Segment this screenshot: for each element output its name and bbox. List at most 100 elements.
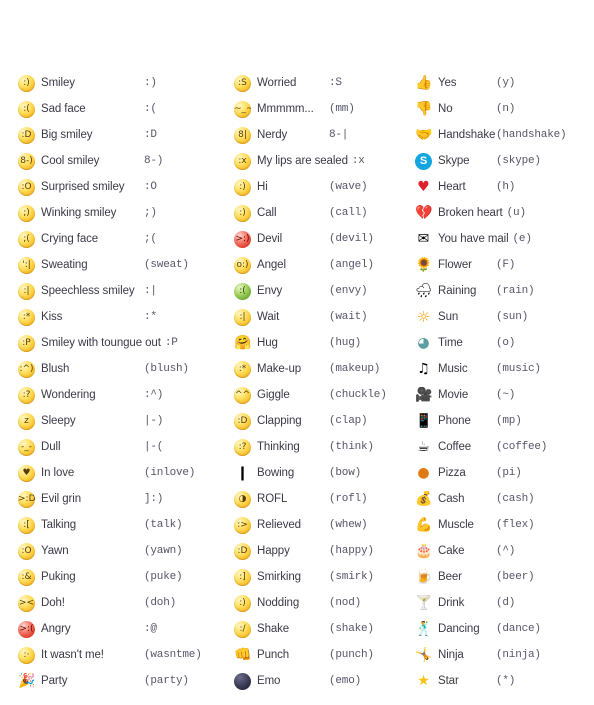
smiley-icon[interactable]: :) [18, 74, 35, 92]
hi-wave-icon[interactable]: :) [234, 178, 251, 196]
emoticon-row[interactable]: ◕ Time (o) [415, 330, 576, 356]
crying-face-icon[interactable]: ;( [18, 230, 35, 248]
emoticon-row[interactable]: 🍸 Drink (d) [415, 590, 576, 616]
angry-icon[interactable]: >:( [18, 620, 35, 638]
raining-icon[interactable]: 🌧 [415, 283, 432, 300]
make-up-icon[interactable]: :* [234, 360, 251, 378]
emoticon-row[interactable]: :D Happy (happy) [234, 538, 405, 564]
emoticon-row[interactable]: >:) Devil (devil) [234, 226, 405, 252]
emoticon-row[interactable]: :x My lips are sealed:x [234, 148, 405, 174]
evil-grin-icon[interactable]: >:D [18, 490, 35, 508]
emoticon-row[interactable]: ✉ You have mail (e) [415, 226, 576, 252]
emoticon-row[interactable]: ~_~ Mmmmm... (mm) [234, 96, 405, 122]
clapping-icon[interactable]: :D [234, 412, 251, 430]
emoticon-row[interactable]: :^) Blush (blush) [18, 356, 220, 382]
winking-smiley-icon[interactable]: ;) [18, 204, 35, 222]
emoticon-row[interactable]: 💰 Cash (cash) [415, 486, 576, 512]
emoticon-row[interactable]: 🤝 Handshake (handshake) [415, 122, 576, 148]
big-smiley-icon[interactable]: :D [18, 126, 35, 144]
emoticon-row[interactable]: :O Surprised smiley:O [18, 174, 220, 200]
blush-icon[interactable]: :^) [18, 360, 35, 378]
emoticon-row[interactable]: 👍 Yes (y) [415, 70, 576, 96]
emoticon-row[interactable]: ♥ Heart (h) [415, 174, 576, 200]
devil-icon[interactable]: >:) [234, 230, 251, 248]
rofl-icon[interactable]: ◑ [234, 490, 251, 508]
emoticon-row[interactable]: 🎥 Movie (~) [415, 382, 576, 408]
envy-icon[interactable]: :( [234, 282, 251, 300]
thumbs-up-icon[interactable]: 👍 [415, 75, 432, 92]
handshake-icon[interactable]: 🤝 [415, 127, 432, 144]
party-icon[interactable]: 🎉 [18, 673, 35, 690]
coffee-icon[interactable]: ☕ [415, 439, 432, 456]
emoticon-row[interactable]: 🍺 Beer (beer) [415, 564, 576, 590]
nerdy-icon[interactable]: 8| [234, 126, 251, 144]
emoticon-row[interactable]: 8| Nerdy 8-| [234, 122, 405, 148]
relieved-icon[interactable]: :> [234, 516, 251, 534]
ninja-icon[interactable]: 🤸 [415, 647, 432, 664]
emoticon-row[interactable]: ;(Crying face ;( [18, 226, 220, 252]
emoticon-row[interactable]: ● Pizza (pi) [415, 460, 576, 486]
kiss-icon[interactable]: :* [18, 308, 35, 326]
emoticon-row[interactable]: :? Thinking (think) [234, 434, 405, 460]
emoticon-row[interactable]: >:D Evil grin]:) [18, 486, 220, 512]
wasnt-me-icon[interactable]: :· [18, 646, 35, 664]
emoticon-row[interactable]: :· It wasn't me! (wasntme) [18, 642, 220, 668]
cake-icon[interactable]: 🎂 [415, 543, 432, 560]
sad-face-icon[interactable]: :( [18, 100, 35, 118]
giggle-icon[interactable]: ^^ [234, 386, 251, 404]
happy-icon[interactable]: :D [234, 542, 251, 560]
thumbs-down-icon[interactable]: 👎 [415, 101, 432, 118]
tongue-out-smiley-icon[interactable]: :P [18, 334, 35, 352]
emoticon-row[interactable]: 👎 No (n) [415, 96, 576, 122]
beer-icon[interactable]: 🍺 [415, 569, 432, 586]
emo-icon[interactable] [234, 672, 251, 690]
mmmmm-icon[interactable]: ~_~ [234, 100, 251, 118]
emoticon-row[interactable]: ❙ Bowing (bow) [234, 460, 405, 486]
emoticon-row[interactable]: ☕ Coffee (coffee) [415, 434, 576, 460]
yawn-icon[interactable]: :O [18, 542, 35, 560]
emoticon-row[interactable]: 📱 Phone (mp) [415, 408, 576, 434]
mail-icon[interactable]: ✉ [415, 231, 432, 248]
emoticon-row[interactable]: :? Wondering:^) [18, 382, 220, 408]
star-icon[interactable]: ★ [415, 673, 432, 690]
in-love-icon[interactable]: ♥ [18, 464, 35, 482]
drink-cocktail-icon[interactable]: 🍸 [415, 595, 432, 612]
phone-icon[interactable]: 📱 [415, 413, 432, 430]
emoticon-row[interactable]: :(Envy (envy) [234, 278, 405, 304]
emoticon-row[interactable]: :* Kiss:* [18, 304, 220, 330]
skype-icon[interactable]: S [415, 152, 432, 170]
time-clock-icon[interactable]: ◕ [415, 335, 432, 352]
heart-icon[interactable]: ♥ [415, 179, 432, 196]
emoticon-row[interactable]: :> Relieved (whew) [234, 512, 405, 538]
emoticon-row[interactable]: ★ Star (*) [415, 668, 576, 694]
emoticon-row[interactable]: o:) Angel (angel) [234, 252, 405, 278]
worried-icon[interactable]: :S [234, 74, 251, 92]
emoticon-row[interactable]: ':| Sweating (sweat) [18, 252, 220, 278]
emoticon-row[interactable]: ;) Winking smiley;) [18, 200, 220, 226]
smirking-icon[interactable]: :] [234, 568, 251, 586]
emoticon-row[interactable]: ☼ Sun (sun) [415, 304, 576, 330]
emoticon-row[interactable]: :) Nodding (nod) [234, 590, 405, 616]
emoticon-row[interactable]: :P Smiley with toungue out:P [18, 330, 220, 356]
emoticon-row[interactable]: 🎂 Cake (^) [415, 538, 576, 564]
emoticon-row[interactable]: :/ Shake (shake) [234, 616, 405, 642]
broken-heart-icon[interactable]: 💔 [415, 205, 432, 222]
hug-icon[interactable]: 🤗 [234, 335, 251, 352]
emoticon-row[interactable]: :& Puking (puke) [18, 564, 220, 590]
emoticon-row[interactable]: S Skype (skype) [415, 148, 576, 174]
punch-icon[interactable]: 👊 [234, 647, 251, 664]
emoticon-row[interactable]: ♥ In love (inlove) [18, 460, 220, 486]
puking-icon[interactable]: :& [18, 568, 35, 586]
cool-smiley-icon[interactable]: 8-) [18, 152, 35, 170]
emoticon-row[interactable]: :[Talking (talk) [18, 512, 220, 538]
emoticon-row[interactable]: >< Doh! (doh) [18, 590, 220, 616]
music-note-icon[interactable]: ♫ [415, 361, 432, 378]
emoticon-row[interactable]: :D Clapping (clap) [234, 408, 405, 434]
emoticon-row[interactable]: 👊 Punch (punch) [234, 642, 405, 668]
cash-icon[interactable]: 💰 [415, 491, 432, 508]
speechless-smiley-icon[interactable]: :| [18, 282, 35, 300]
pizza-icon[interactable]: ● [415, 465, 432, 482]
emoticon-row[interactable]: 🕺 Dancing (dance) [415, 616, 576, 642]
emoticon-row[interactable]: 🎉 Party (party) [18, 668, 220, 694]
dull-icon[interactable]: -_- [18, 438, 35, 456]
